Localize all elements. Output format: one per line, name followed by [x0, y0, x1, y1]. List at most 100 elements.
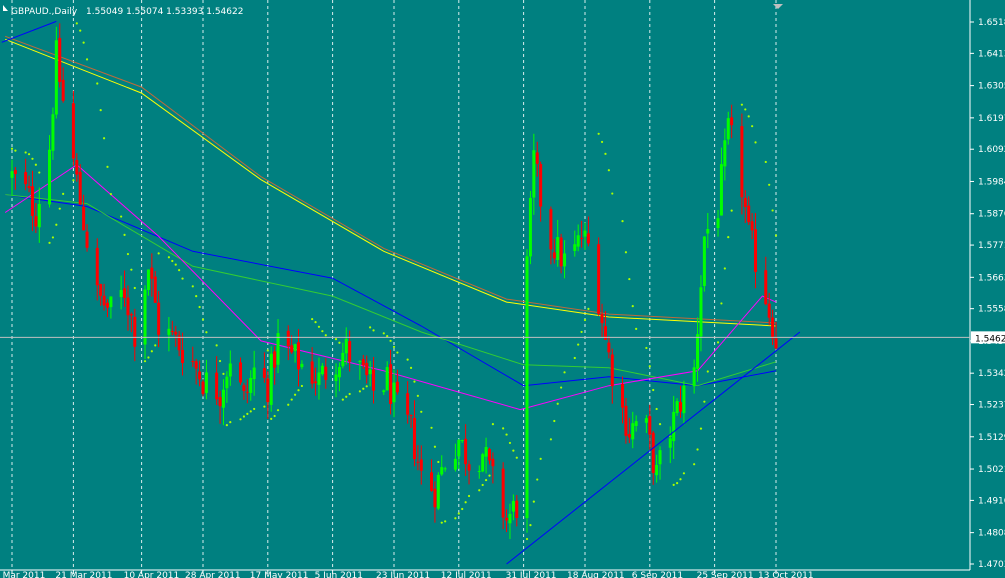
bear-candle [129, 314, 133, 316]
sar-dot [764, 160, 767, 164]
bear-candle [153, 276, 157, 303]
sar-dot [270, 417, 273, 421]
sar-dot [273, 414, 276, 418]
sar-dot [723, 267, 726, 270]
sar-dot [716, 341, 720, 344]
sar-dot [338, 341, 341, 344]
bull-candle [204, 372, 208, 393]
bull-candle [528, 197, 532, 257]
sar-dot [430, 426, 433, 429]
date-tick-label: 13 Oct 2011 [758, 571, 814, 578]
bear-candle [488, 448, 491, 461]
current-price-label: 1.5462 [975, 334, 1005, 344]
sar-dot [334, 338, 338, 341]
bear-candle [412, 418, 416, 460]
bull-candle [699, 287, 703, 337]
bear-candle [82, 206, 86, 231]
sar-dot [348, 392, 351, 396]
bear-candle [433, 488, 437, 508]
sar-dot [345, 395, 348, 398]
bear-candle [754, 229, 758, 272]
bull-candle [37, 204, 41, 228]
bear-candle [767, 303, 771, 318]
bear-candle [95, 247, 99, 286]
bear-candle [580, 238, 584, 240]
sar-dot [539, 457, 542, 460]
sar-dot [672, 483, 675, 486]
sar-dot [181, 277, 184, 280]
price-chart[interactable]: 1.6518 1.6413 1.6305 1.6197 1.6092 1.5984 1.58… [0, 0, 1005, 578]
bull-candle [341, 352, 345, 367]
date-tick-label: 25 Sep 2011 [697, 571, 754, 578]
sar-dot [631, 305, 634, 308]
bear-candle [215, 372, 219, 400]
bull-candle [453, 458, 457, 470]
price-tick-label: 1.4808 [978, 529, 1005, 539]
bull-candle [460, 440, 464, 442]
bull-candle [119, 290, 123, 298]
bull-candle [368, 369, 372, 375]
bull-candle [675, 401, 679, 414]
chart-window[interactable]: 1.6518 1.6413 1.6305 1.6197 1.6092 1.5984 1.58… [0, 0, 1005, 578]
sar-dot [556, 402, 559, 405]
bear-candle [372, 369, 376, 391]
bear-candle [648, 416, 652, 435]
sar-dot [484, 478, 488, 482]
sar-dot [771, 209, 774, 212]
bull-candle [109, 296, 113, 308]
bear-candle [600, 314, 604, 324]
bear-candle [191, 361, 195, 363]
date-tick-label: 17 May 2011 [250, 571, 309, 578]
sar-dot [314, 321, 317, 324]
sar-dot [195, 295, 198, 298]
bull-candle [525, 256, 529, 519]
bull-candle [682, 385, 686, 414]
sar-dot [246, 412, 249, 415]
bear-candle [743, 197, 747, 207]
sar-dot [109, 193, 113, 196]
sar-dot [536, 478, 539, 481]
price-tick-label: 1.5984 [978, 177, 1005, 187]
sar-dot [79, 29, 82, 32]
date-tick-label: 18 Aug 2011 [567, 571, 625, 578]
symbol-timeframe-label: GBPAUD.,Daily [11, 7, 78, 17]
sar-dot [225, 424, 228, 427]
sar-dot [515, 456, 518, 459]
bull-candle [382, 390, 386, 393]
bull-candle [358, 360, 362, 363]
bear-candle [133, 316, 137, 347]
bear-candle [262, 368, 266, 378]
bear-candle [297, 342, 300, 370]
price-tick-label: 1.6413 [978, 49, 1005, 59]
price-tick-label: 1.5771 [978, 241, 1005, 251]
sar-dot [488, 474, 491, 477]
sar-dot [768, 183, 771, 186]
sar-dot [123, 233, 126, 237]
sar-dot [512, 449, 515, 452]
bear-candle [586, 233, 590, 244]
bull-candle [477, 470, 481, 472]
bear-candle [239, 362, 243, 383]
bear-candle [559, 237, 563, 267]
sar-dot [624, 251, 628, 254]
sar-dot [191, 285, 194, 288]
sar-dot [645, 346, 648, 350]
bear-candle [491, 458, 495, 467]
bull-candle [508, 513, 512, 524]
date-tick-label: 10 Apr 2011 [124, 571, 180, 578]
sar-dot [120, 215, 123, 218]
bear-candle [750, 221, 754, 231]
price-tick-label: 1.6197 [978, 114, 1005, 124]
bear-candle [740, 126, 744, 198]
bear-candle [361, 359, 365, 366]
bull-candle [143, 289, 147, 345]
bull-candle [300, 363, 304, 368]
sar-dot [525, 537, 529, 541]
sar-dot [311, 317, 314, 321]
bull-candle [672, 411, 676, 442]
price-tick-label: 1.6092 [978, 145, 1005, 155]
bear-candle [395, 381, 399, 393]
sar-dot [85, 58, 89, 61]
bear-candle [218, 397, 222, 407]
price-tick-label: 1.6518 [978, 18, 1005, 28]
